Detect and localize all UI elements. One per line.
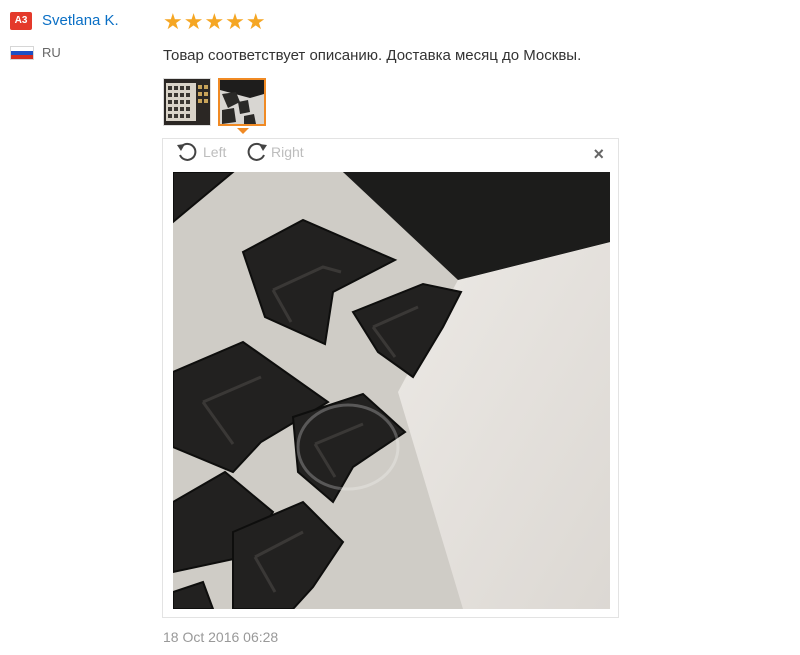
rotate-left-icon	[177, 142, 197, 161]
rotate-right-button[interactable]: Right	[243, 141, 304, 163]
russia-flag-icon	[10, 46, 34, 60]
selected-thumbnail-indicator	[237, 128, 249, 134]
rotate-right-label: Right	[271, 144, 304, 160]
user-level-badge: A3	[10, 12, 32, 30]
rotate-right-icon	[247, 142, 267, 161]
close-viewer-button[interactable]: ×	[593, 145, 604, 163]
photo-thumbnail-1[interactable]	[163, 78, 211, 126]
star-rating: ★★★★★	[163, 9, 267, 35]
rotate-left-button[interactable]: Left	[175, 141, 226, 163]
review-text: Товар соответствует описанию. Доставка м…	[163, 47, 582, 64]
photo-thumbnail-2[interactable]	[218, 78, 266, 126]
review-date: 18 Oct 2016 06:28	[163, 629, 279, 645]
reviewer-name-link[interactable]: Svetlana K.	[42, 12, 119, 29]
reviewer-country: RU	[42, 45, 61, 60]
review-photo-large	[173, 172, 610, 609]
photo-viewer: Left Right ×	[162, 138, 619, 618]
rotate-left-label: Left	[203, 144, 227, 160]
star-icons: ★★★★★	[163, 9, 267, 34]
